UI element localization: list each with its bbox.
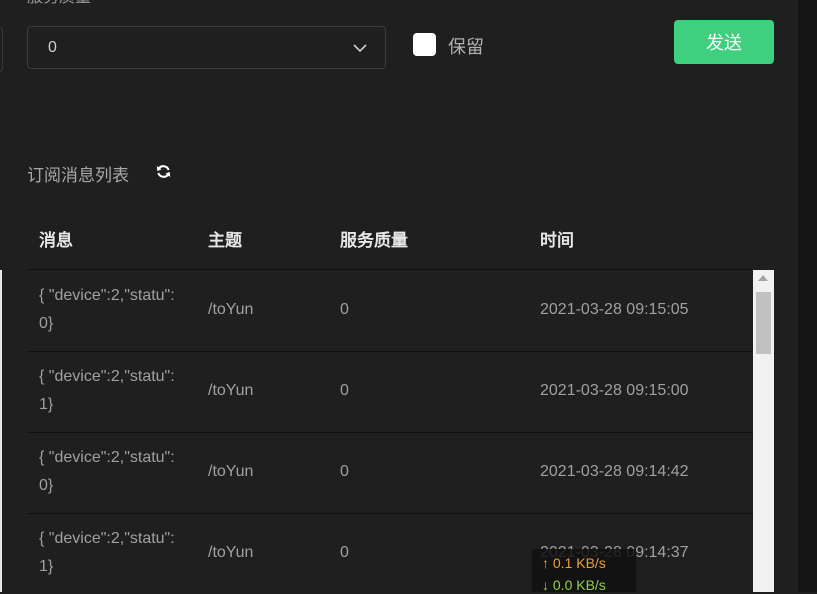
qos-select[interactable]: 0: [27, 26, 386, 69]
upload-speed: ↑ 0.1 KB/s: [542, 555, 606, 571]
message-cell: { "device":2,"statu": 1}: [39, 530, 175, 575]
message-cell: { "device":2,"statu": 1}: [39, 368, 175, 413]
qos-cell: 0: [340, 382, 349, 399]
column-header-qos: 服务质量: [340, 231, 408, 250]
send-button[interactable]: 发送: [674, 20, 774, 64]
window-left-edge: [0, 270, 2, 592]
topic-cell: /toYun: [208, 301, 254, 318]
refresh-icon[interactable]: [156, 164, 171, 179]
network-speed-widget: ↑ 0.1 KB/s ↓ 0.0 KB/s: [532, 549, 636, 593]
table-row[interactable]: { "device":2,"statu":1} /toYun 0 2021-03…: [27, 513, 753, 594]
column-header-time: 时间: [540, 231, 574, 250]
time-cell: 2021-03-28 09:15:00: [540, 382, 689, 399]
qos-label: 服务质量: [27, 0, 91, 8]
scrollbar-thumb[interactable]: [756, 292, 771, 354]
chevron-down-icon: [353, 44, 367, 53]
topic-cell: /toYun: [208, 382, 254, 399]
qos-cell: 0: [340, 544, 349, 561]
message-cell: { "device":2,"statu": 0}: [39, 449, 175, 494]
qos-cell: 0: [340, 301, 349, 318]
retain-checkbox[interactable]: [413, 33, 436, 56]
qos-select-value: 0: [48, 39, 57, 56]
topic-cell: /toYun: [208, 544, 254, 561]
table-row[interactable]: { "device":2,"statu": 0} /toYun 0 2021-03…: [27, 432, 753, 514]
column-header-topic: 主题: [208, 231, 242, 250]
table-scrollbar[interactable]: [753, 270, 774, 592]
topic-cell: /toYun: [208, 463, 254, 480]
scroll-up-arrow-icon[interactable]: [758, 275, 768, 281]
column-header-message: 消息: [39, 231, 73, 250]
topic-input-edge[interactable]: [0, 27, 3, 72]
table-row[interactable]: { "device":2,"statu":1} /toYun 0 2021-03…: [27, 351, 753, 433]
qos-cell: 0: [340, 463, 349, 480]
message-cell: { "device":2,"statu": 0}: [39, 287, 175, 332]
time-cell: 2021-03-28 09:14:42: [540, 463, 689, 480]
retain-label: 保留: [448, 37, 484, 57]
subscription-list-title: 订阅消息列表: [27, 166, 129, 185]
window-right-edge: [798, 0, 817, 592]
download-speed: ↓ 0.0 KB/s: [542, 577, 606, 593]
time-cell: 2021-03-28 09:15:05: [540, 301, 689, 318]
table-row[interactable]: { "device":2,"statu": 0} /toYun 0 2021-03…: [27, 270, 753, 352]
